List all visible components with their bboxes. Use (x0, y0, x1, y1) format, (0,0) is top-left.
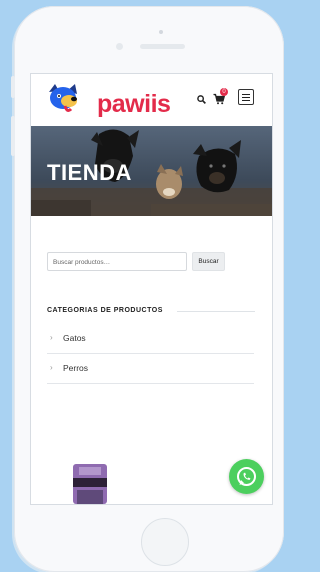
category-item-gatos[interactable]: › Gatos (47, 324, 254, 354)
categories-heading: CATEGORIAS DE PRODUCTOS (47, 307, 163, 314)
categories-divider (177, 311, 255, 312)
page-title: TIENDA (47, 160, 132, 185)
whatsapp-icon (237, 467, 256, 486)
phone-speaker (140, 44, 185, 49)
dog-logo-icon (49, 84, 77, 112)
phone-screen: pawiis 0 TIENDA Buscar productos… Buscar… (30, 73, 273, 505)
search-icon[interactable] (197, 95, 206, 104)
phone-home-button[interactable] (141, 518, 189, 566)
phone-volume-button (11, 116, 15, 156)
product-search-input[interactable]: Buscar productos… (47, 252, 187, 271)
phone-camera (159, 30, 163, 34)
phone-side-button (11, 76, 15, 98)
chevron-right-icon: › (50, 363, 53, 372)
cart-count-badge: 0 (220, 88, 228, 96)
search-button[interactable]: Buscar (192, 252, 225, 271)
phone-sensor (116, 43, 123, 50)
site-header: pawiis 0 (31, 74, 272, 126)
site-logo[interactable]: pawiis (45, 82, 171, 118)
category-item-perros[interactable]: › Perros (47, 354, 254, 384)
hero-banner: TIENDA (31, 126, 272, 216)
logo-text: pawiis (97, 90, 171, 118)
category-label[interactable]: Perros (63, 363, 88, 373)
product-image[interactable] (71, 464, 109, 504)
chevron-right-icon: › (50, 333, 53, 342)
whatsapp-button[interactable] (229, 459, 264, 494)
hamburger-menu-icon[interactable] (238, 89, 254, 105)
category-label[interactable]: Gatos (63, 333, 86, 343)
